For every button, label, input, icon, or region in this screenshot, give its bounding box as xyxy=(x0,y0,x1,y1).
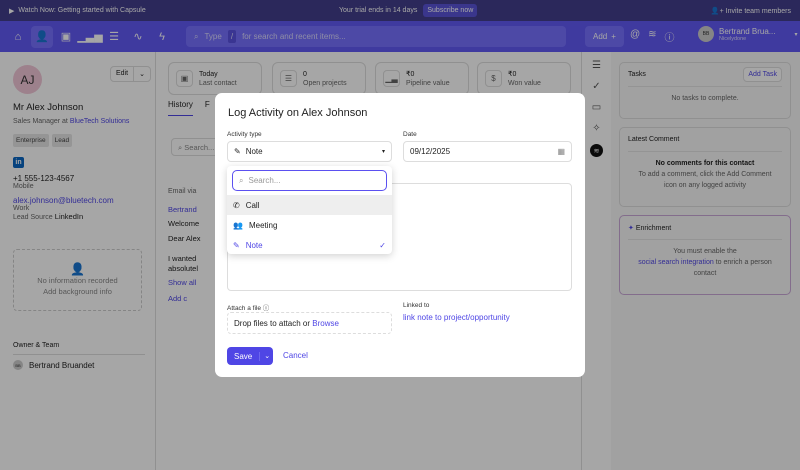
activity-type-value: Note xyxy=(245,147,263,156)
file-dropzone[interactable]: Drop files to attach or Browse xyxy=(227,312,392,334)
option-label: Note xyxy=(245,240,263,250)
activity-type-label: Activity type xyxy=(227,131,262,138)
option-meeting[interactable]: 👥 Meeting xyxy=(227,215,392,235)
people-icon: 👥 xyxy=(233,220,243,230)
search-icon: ⌕ xyxy=(239,175,244,185)
save-label[interactable]: Save xyxy=(227,351,261,361)
date-value: 09/12/2025 xyxy=(410,147,451,156)
browse-link[interactable]: Browse xyxy=(312,319,339,328)
note-icon: ✎ xyxy=(234,147,241,156)
dropdown-search-input[interactable]: ⌕ Search... xyxy=(232,170,387,191)
drop-text: Drop files to attach or xyxy=(234,318,311,328)
check-icon: ✓ xyxy=(379,240,386,250)
activity-type-dropdown: ⌕ Search... ✆ Call 👥 Meeting ✎ Note ✓ xyxy=(227,166,392,254)
attach-label-text: Attach a file xyxy=(227,305,261,312)
attach-label: Attach a file ⓘ xyxy=(227,302,269,312)
phone-icon: ✆ xyxy=(233,200,240,210)
save-button[interactable]: Save ⌄ xyxy=(227,347,273,365)
option-label: Call xyxy=(245,200,260,210)
activity-type-select[interactable]: ✎ Note ▾ xyxy=(227,141,392,162)
date-input[interactable]: 09/12/2025 ▦ xyxy=(403,141,572,162)
modal-title: Log Activity on Alex Johnson xyxy=(228,107,368,119)
chevron-down-icon[interactable]: ⌄ xyxy=(260,352,274,360)
chevron-down-icon: ▾ xyxy=(381,149,385,155)
info-icon[interactable]: ⓘ xyxy=(263,305,270,312)
link-project-link[interactable]: link note to project/opportunity xyxy=(403,313,510,322)
dropdown-search-placeholder: Search... xyxy=(248,176,281,185)
cancel-button[interactable]: Cancel xyxy=(283,351,308,360)
linked-to-label: Linked to xyxy=(403,302,430,309)
option-call[interactable]: ✆ Call xyxy=(227,195,392,215)
option-label: Meeting xyxy=(248,220,278,230)
date-label: Date xyxy=(403,131,417,138)
option-note[interactable]: ✎ Note ✓ xyxy=(227,235,392,255)
note-icon: ✎ xyxy=(233,240,240,250)
calendar-icon[interactable]: ▦ xyxy=(557,147,565,156)
